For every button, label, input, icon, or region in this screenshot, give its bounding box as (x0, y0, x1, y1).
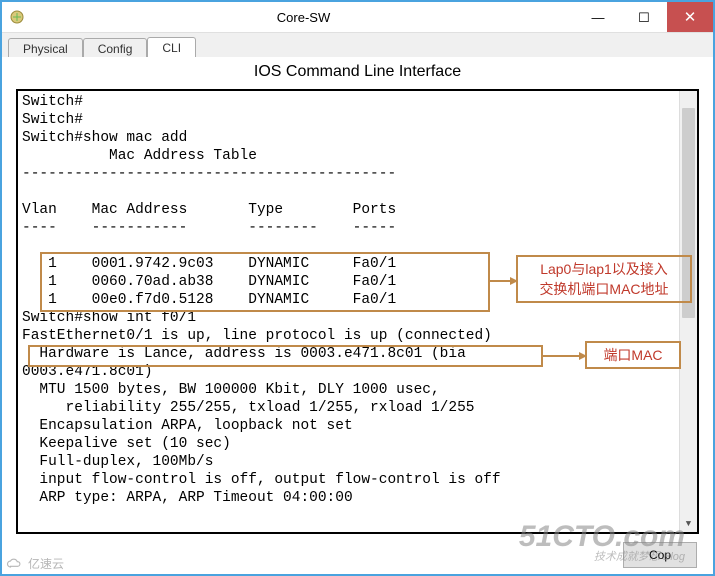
maximize-button[interactable]: ☐ (621, 2, 667, 32)
cli-line: Vlan Mac Address Type Ports (22, 202, 396, 218)
cli-line: Full-duplex, 100Mb/s (22, 454, 213, 470)
annotation-text: 端口MAC (603, 345, 662, 365)
window-controls: — ☐ ✕ (575, 2, 713, 32)
highlight-mac-table (40, 252, 490, 312)
terminal[interactable]: Switch# Switch# Switch#show mac add Mac … (16, 89, 699, 534)
cli-title: IOS Command Line Interface (2, 57, 713, 85)
tab-config[interactable]: Config (83, 38, 148, 59)
tab-physical[interactable]: Physical (8, 38, 83, 59)
annotation-mac-label: Lap0与lap1以及接入 交换机端口MAC地址 (516, 255, 692, 303)
cli-line: Switch#show int f0/1 (22, 310, 196, 326)
arrow-icon (543, 355, 585, 357)
close-button[interactable]: ✕ (667, 2, 713, 32)
tab-cli[interactable]: CLI (147, 37, 196, 59)
tab-bar: Physical Config CLI (2, 33, 713, 59)
scroll-down-button[interactable]: ▼ (680, 515, 697, 532)
copy-button[interactable]: Cop (623, 542, 697, 568)
window-title: Core-SW (32, 10, 575, 25)
cli-line: Switch#show mac add (22, 130, 187, 146)
cli-line: Switch# (22, 112, 83, 128)
cli-line: FastEthernet0/1 is up, line protocol is … (22, 328, 492, 344)
cli-line: Switch# (22, 94, 83, 110)
cli-line: Keepalive set (10 sec) (22, 436, 231, 452)
title-bar: Core-SW — ☐ ✕ (2, 2, 713, 33)
cli-line: Encapsulation ARPA, loopback not set (22, 418, 353, 434)
arrow-icon (490, 280, 516, 282)
cli-line: Mac Address Table (22, 148, 257, 164)
cli-line: input flow-control is off, output flow-c… (22, 472, 501, 488)
app-window: Core-SW — ☐ ✕ Physical Config CLI IOS Co… (0, 0, 715, 576)
terminal-container: Switch# Switch# Switch#show mac add Mac … (16, 89, 699, 534)
cli-line: ARP type: ARPA, ARP Timeout 04:00:00 (22, 490, 353, 506)
cli-line: MTU 1500 bytes, BW 100000 Kbit, DLY 1000… (22, 382, 440, 398)
footer-buttons: Cop (623, 542, 697, 568)
annotation-hw-label: 端口MAC (585, 341, 681, 369)
cli-pane: IOS Command Line Interface Switch# Switc… (2, 57, 713, 574)
cli-line: ---- ----------- -------- ----- (22, 220, 396, 236)
cli-line: ----------------------------------------… (22, 166, 396, 182)
highlight-hardware-line (28, 345, 543, 367)
minimize-button[interactable]: — (575, 2, 621, 32)
annotation-text: Lap0与lap1以及接入 (540, 259, 668, 279)
terminal-scrollbar[interactable]: ▲ ▼ (679, 91, 697, 532)
cli-line: reliability 255/255, txload 1/255, rxloa… (22, 400, 474, 416)
app-icon (2, 9, 32, 25)
annotation-text: 交换机端口MAC地址 (539, 279, 668, 299)
